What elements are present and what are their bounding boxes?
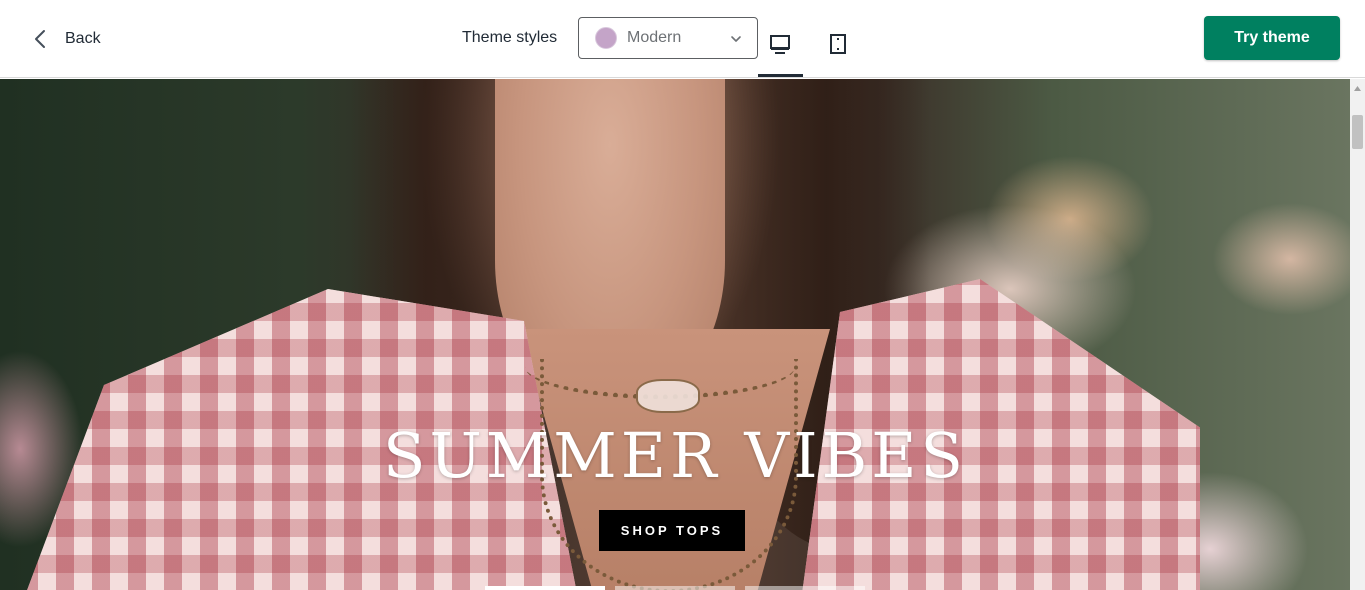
back-label: Back [65,30,101,47]
theme-style-select[interactable]: Modern [578,17,758,59]
scrollbar-thumb[interactable] [1352,115,1363,149]
chevron-down-icon [731,36,741,42]
scroll-up-arrow-icon[interactable] [1354,85,1361,92]
shop-tops-button[interactable]: SHOP TOPS [599,510,745,551]
chevron-left-icon [35,30,45,48]
theme-styles-label: Theme styles [462,29,558,46]
mobile-view-button[interactable] [816,22,860,66]
mobile-icon [830,34,846,54]
desktop-icon [770,35,790,54]
slide-indicator-3[interactable] [745,586,865,590]
slide-indicator-1[interactable] [485,586,605,590]
try-theme-button[interactable]: Try theme [1204,16,1340,60]
theme-style-value: Modern [627,29,682,46]
preview-scrollbar[interactable] [1350,79,1365,590]
hero-image-pendant [636,379,700,413]
active-device-indicator [758,74,803,77]
style-color-swatch [595,27,617,49]
hero-banner: SUMMER VIBES SHOP TOPS [0,79,1350,590]
slide-indicator-2[interactable] [615,586,735,590]
preview-topbar: Back Theme styles Modern Try theme [0,0,1365,78]
hero-title: SUMMER VIBES [383,419,967,492]
back-button[interactable]: Back [30,24,101,54]
desktop-view-button[interactable] [758,22,802,66]
